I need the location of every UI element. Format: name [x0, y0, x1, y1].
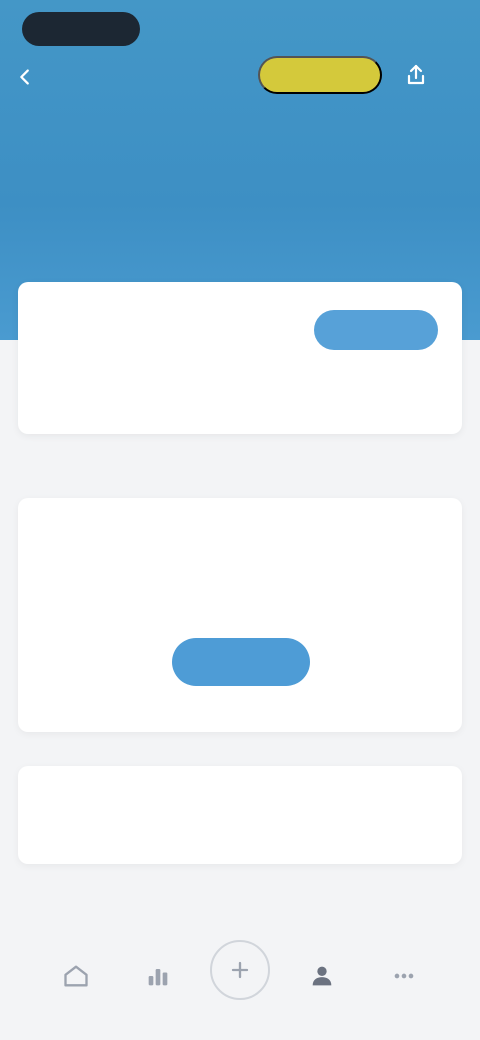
summary-card — [18, 282, 462, 434]
status-time-pill — [22, 12, 140, 46]
plus-circle-icon — [231, 961, 249, 979]
home-icon — [64, 965, 88, 987]
nav-stats[interactable] — [126, 944, 190, 1008]
status-time — [22, 12, 140, 46]
summary-action-button[interactable] — [314, 310, 438, 350]
nav-home[interactable] — [44, 944, 108, 1008]
back-button[interactable] — [14, 60, 74, 94]
share-icon — [407, 64, 425, 85]
empty-state-button[interactable] — [172, 638, 310, 686]
more-icon — [394, 973, 414, 979]
empty-state-card — [18, 498, 462, 732]
nav-more[interactable] — [372, 944, 436, 1008]
share-button[interactable] — [396, 56, 436, 94]
link-card[interactable] — [18, 766, 462, 864]
bottom-nav — [0, 914, 480, 1040]
chevron-left-icon — [20, 69, 29, 85]
chart-icon — [148, 969, 168, 986]
nav-profile[interactable] — [290, 944, 354, 1008]
nav-add[interactable] — [210, 940, 270, 1000]
header-badge-button[interactable] — [258, 56, 382, 94]
user-icon — [312, 966, 332, 986]
